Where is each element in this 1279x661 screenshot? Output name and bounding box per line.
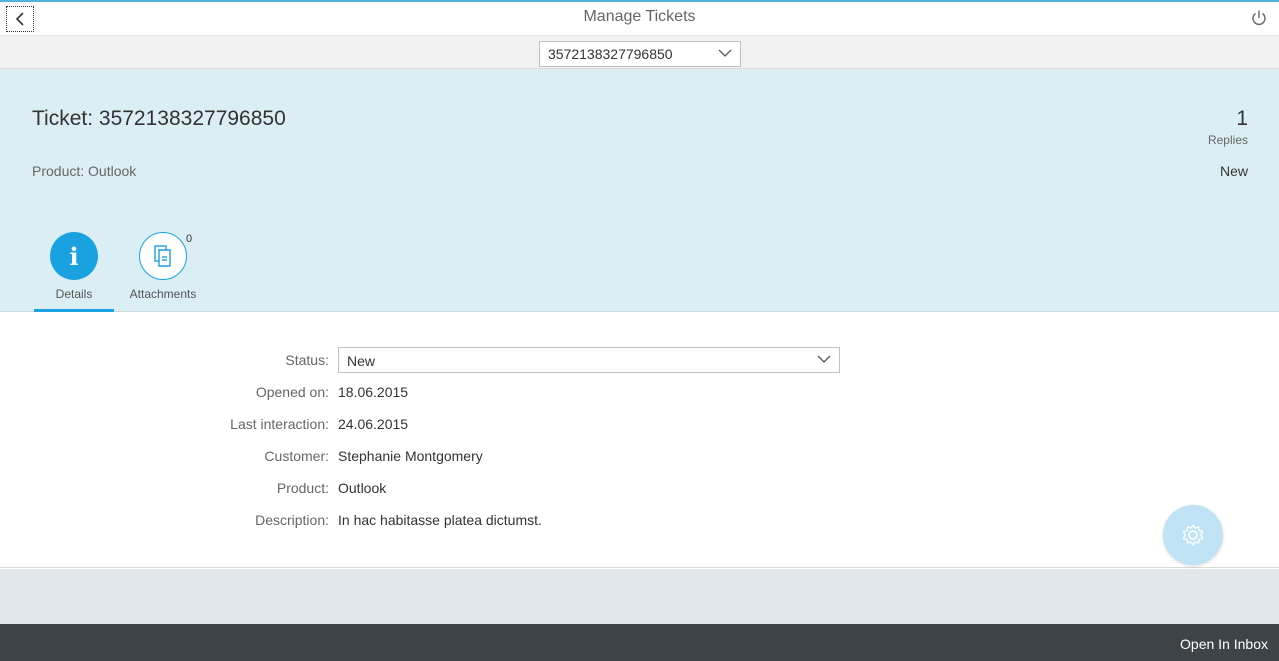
- replies-count: 1: [1236, 107, 1248, 130]
- open-in-inbox-button[interactable]: Open In Inbox: [1180, 636, 1268, 652]
- settings-button[interactable]: [1163, 505, 1223, 565]
- attachments-count: 0: [186, 233, 193, 245]
- power-button[interactable]: [1249, 8, 1269, 28]
- tab-attachments-label: Attachments: [129, 287, 197, 301]
- ticket-select[interactable]: 3572138327796850: [539, 41, 741, 67]
- content-background: [0, 569, 1279, 624]
- description-row: Description: In hac habitasse platea dic…: [0, 507, 1279, 533]
- app-title: Manage Tickets: [583, 8, 696, 25]
- object-header: Ticket: 3572138327796850 Product: Outloo…: [0, 69, 1279, 312]
- tab-attachments[interactable]: 0 Attachments: [125, 232, 201, 301]
- opened-row: Opened on: 18.06.2015: [0, 379, 1279, 405]
- description-value: In hac habitasse platea dictumst.: [338, 512, 542, 528]
- customer-value: Stephanie Montgomery: [338, 448, 483, 464]
- product-label: Product:: [276, 480, 329, 496]
- status-label: Status:: [285, 352, 329, 368]
- last-interaction-label: Last interaction:: [230, 416, 329, 432]
- details-form: Status: New Opened on: 18.06.2015 Last i…: [0, 312, 1279, 568]
- ticket-product: Product: Outlook: [32, 163, 137, 179]
- ticket-select-value: 3572138327796850: [548, 46, 673, 62]
- customer-row: Customer: Stephanie Montgomery: [0, 443, 1279, 469]
- last-interaction-value: 24.06.2015: [338, 416, 409, 432]
- settings-icon: [1182, 524, 1204, 546]
- status-select-value: New: [347, 353, 376, 369]
- tab-details[interactable]: i Details: [34, 232, 114, 312]
- customer-label: Customer:: [264, 448, 329, 464]
- shell-header: Manage Tickets: [0, 0, 1279, 36]
- last-interaction-row: Last interaction: 24.06.2015: [0, 411, 1279, 437]
- opened-value: 18.06.2015: [338, 384, 409, 400]
- description-label: Description:: [255, 512, 329, 528]
- status-select[interactable]: New: [338, 347, 840, 373]
- product-row: Product: Outlook: [0, 475, 1279, 501]
- opened-label: Opened on:: [255, 384, 329, 400]
- ticket-status: New: [1219, 163, 1248, 179]
- status-row: Status: New: [0, 347, 1279, 373]
- info-icon: i: [50, 232, 98, 280]
- chevron-down-icon: [718, 49, 732, 57]
- ticket-selector-bar: 3572138327796850: [0, 36, 1279, 69]
- ticket-title: Ticket: 3572138327796850: [32, 107, 286, 130]
- footer-bar: Open In Inbox: [0, 624, 1279, 661]
- chevron-down-icon: [817, 355, 831, 363]
- tab-details-label: Details: [55, 287, 93, 301]
- replies-label: Replies: [1207, 133, 1248, 147]
- power-icon: [1252, 10, 1266, 25]
- documents-icon: [139, 232, 187, 280]
- product-value: Outlook: [338, 480, 387, 496]
